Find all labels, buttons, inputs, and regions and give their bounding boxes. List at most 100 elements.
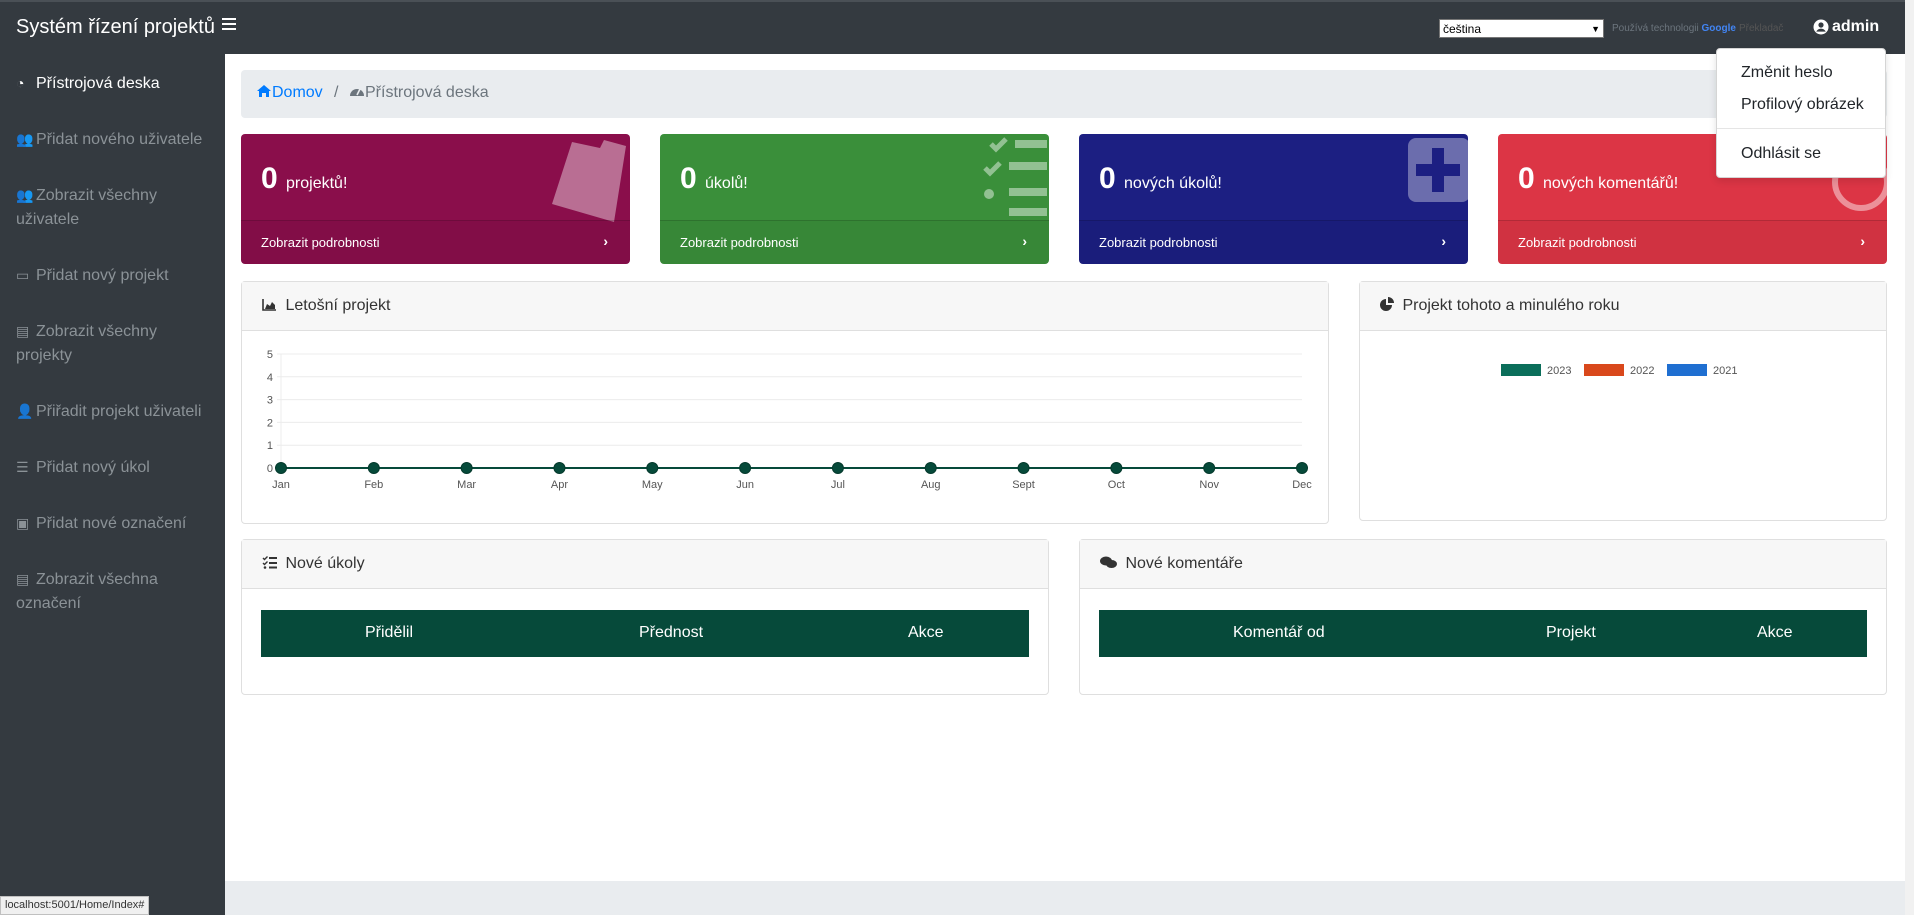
legend-swatch[interactable] <box>1501 364 1541 376</box>
data-point[interactable] <box>1017 462 1030 474</box>
google-logo[interactable]: Google <box>1702 23 1736 34</box>
app-title[interactable]: Systém řízení projektů <box>16 16 215 39</box>
data-point[interactable] <box>924 462 937 474</box>
column-header[interactable]: Projekt <box>1546 624 1596 642</box>
card-count: 0 projektů! <box>261 162 348 195</box>
sidebar-item-view-users[interactable]: 👥 Zobrazit všechny uživatele <box>16 183 216 232</box>
panel-header: Nové úkoly <box>242 540 1048 589</box>
card-footer-link[interactable]: Zobrazit podrobnosti › <box>660 220 1049 264</box>
y-tick-label: 0 <box>267 463 273 475</box>
legend-swatch[interactable] <box>1667 364 1707 376</box>
tasks-icon <box>262 555 281 572</box>
x-tick-label: Oct <box>1108 479 1125 491</box>
language-select[interactable]: čeština ▼ <box>1439 19 1604 38</box>
logout-item[interactable]: Odhlásit se <box>1741 145 1821 163</box>
translate-label[interactable]: Překladač <box>1739 23 1783 34</box>
profile-picture-item[interactable]: Profilový obrázek <box>1741 96 1864 114</box>
data-point[interactable] <box>460 462 473 474</box>
breadcrumb-home-link[interactable]: Domov <box>256 84 323 102</box>
sidebar-item-add-project[interactable]: ▭ Přidat nový projekt <box>16 263 216 288</box>
y-tick-label: 4 <box>267 372 273 384</box>
data-point[interactable] <box>367 462 380 474</box>
sidebar-item-label: Přidat nový úkol <box>36 459 150 476</box>
tachometer-icon <box>350 88 364 96</box>
panel-header: Letošní projekt <box>242 282 1328 331</box>
x-tick-label: Jan <box>272 479 290 491</box>
breadcrumb-separator: / <box>334 84 339 101</box>
sidebar-item-assign-project[interactable]: 👤 Přiřadit projekt uživateli <box>16 399 216 424</box>
breadcrumb: Domov / Přístrojová deska <box>241 70 1887 118</box>
data-point[interactable] <box>1110 462 1123 474</box>
users-icon: 👥 <box>16 131 34 147</box>
x-tick-label: Jul <box>831 479 845 491</box>
card-footer-link[interactable]: Zobrazit podrobnosti › <box>1498 220 1887 264</box>
chevron-down-icon: ▼ <box>1591 23 1600 34</box>
column-header[interactable]: Komentář od <box>1233 624 1325 642</box>
data-point[interactable] <box>646 462 659 474</box>
dropdown-divider <box>1717 128 1885 129</box>
x-tick-label: Sept <box>1012 479 1035 491</box>
sidebar-item-dashboard[interactable]: ◔ Přístrojová deska <box>16 71 216 96</box>
column-header[interactable]: Přidělil <box>365 624 413 642</box>
legend-swatch[interactable] <box>1584 364 1624 376</box>
column-header[interactable]: Akce <box>908 624 944 642</box>
data-point[interactable] <box>831 462 844 474</box>
user-edit-icon: 👤 <box>16 403 34 419</box>
area-chart-icon <box>262 297 281 314</box>
sidebar-item-add-tag[interactable]: ▣ Přidat nové označení <box>16 511 216 536</box>
sidebar-item-view-projects[interactable]: ▤ Zobrazit všechny projekty <box>16 319 216 368</box>
panel-project-comparison: Projekt tohoto a minulého roku 2023 2022 2… <box>1359 281 1887 521</box>
panel-header: Nové komentáře <box>1080 540 1886 589</box>
legend-label[interactable]: 2022 <box>1630 365 1654 377</box>
change-password-item[interactable]: Změnit heslo <box>1741 64 1833 82</box>
data-point[interactable] <box>275 462 287 474</box>
panel-title: Projekt tohoto a minulého roku <box>1380 297 1619 315</box>
page-scrollbar[interactable] <box>1905 0 1914 915</box>
x-tick-label: Jun <box>736 479 754 491</box>
y-tick-label: 3 <box>267 395 273 407</box>
language-select-value: čeština <box>1443 21 1482 36</box>
panel-title: Nové úkoly <box>262 555 365 573</box>
data-point[interactable] <box>553 462 566 474</box>
toolbox-icon: ▣ <box>16 515 30 531</box>
x-tick-label: May <box>642 479 663 491</box>
browser-status-url: localhost:5001/Home/Index# <box>0 896 150 915</box>
breadcrumb-current: Přístrojová deska <box>349 84 489 102</box>
y-tick-label: 2 <box>267 417 273 429</box>
panel-new-tasks: Nové úkoly Přidělil Přednost Akce <box>241 539 1049 695</box>
y-tick-label: 1 <box>267 440 273 452</box>
users-icon: 👥 <box>16 187 34 203</box>
sidebar-item-add-task[interactable]: ☰ Přidat nový úkol <box>16 455 216 480</box>
card-footer-link[interactable]: Zobrazit podrobnosti › <box>1079 220 1468 264</box>
card-count: 0 úkolů! <box>680 162 748 195</box>
panel-header: Projekt tohoto a minulého roku <box>1360 282 1886 331</box>
sidebar-item-add-user[interactable]: 👥 Přidat nového uživatele <box>16 127 216 152</box>
yearly-line-chart: 0 1 2 3 4 5 Jan Feb Mar Apr May Jun Jul Aug Sept Oct Nov… <box>267 349 1312 491</box>
y-tick-label: 5 <box>267 349 273 361</box>
plus-square-icon <box>1408 138 1468 202</box>
list-icon: ▤ <box>16 571 30 587</box>
tasks-icon: ☰ <box>16 459 29 475</box>
column-header[interactable]: Akce <box>1757 624 1793 642</box>
data-point[interactable] <box>1296 462 1308 474</box>
panel-title: Nové komentáře <box>1100 555 1243 573</box>
legend-label[interactable]: 2021 <box>1713 365 1737 377</box>
x-tick-label: Apr <box>551 479 568 491</box>
sidebar-item-label: Přidat nového uživatele <box>36 131 203 148</box>
data-point[interactable] <box>1203 462 1216 474</box>
user-menu-button[interactable]: admin <box>1813 18 1879 36</box>
sidebar-item-label: Přidat nové označení <box>36 515 187 532</box>
x-tick-label: Aug <box>921 479 941 491</box>
menu-toggle-icon[interactable] <box>222 18 236 30</box>
chevron-right-icon: › <box>1860 233 1865 249</box>
card-count: 0 nových komentářů! <box>1518 162 1679 195</box>
data-point[interactable] <box>739 462 752 474</box>
column-header[interactable]: Přednost <box>639 624 703 642</box>
card-footer-link[interactable]: Zobrazit podrobnosti › <box>241 220 630 264</box>
sidebar-item-view-tags[interactable]: ▤ Zobrazit všechna označení <box>16 567 216 616</box>
sidebar-item-label: Zobrazit všechny uživatele <box>16 187 157 228</box>
x-tick-label: Feb <box>364 479 383 491</box>
breadcrumb-current-label: Přístrojová deska <box>365 84 489 101</box>
legend-label[interactable]: 2023 <box>1547 365 1571 377</box>
chevron-right-icon: › <box>1441 233 1446 249</box>
